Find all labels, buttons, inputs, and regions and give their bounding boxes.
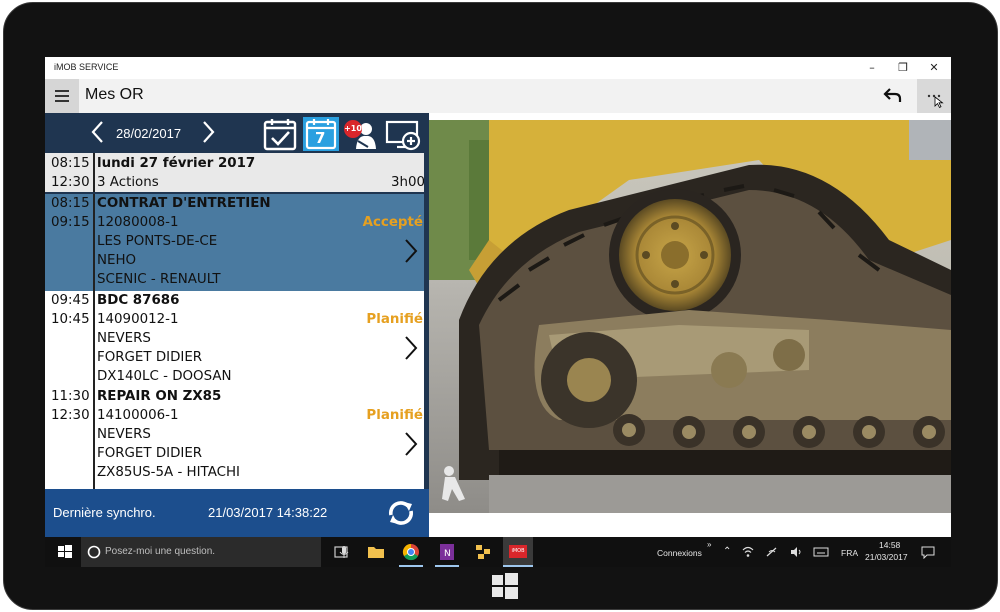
time-divider (93, 291, 95, 387)
order-ref: 14090012-1 (97, 312, 179, 327)
status-badge: Accepté (362, 215, 423, 230)
chrome-icon[interactable] (399, 537, 423, 567)
end-time: 10:45 (51, 312, 90, 327)
undo-icon[interactable] (881, 85, 905, 107)
order-title: BDC 87686 (97, 293, 180, 308)
work-order-list: 08:15 12:30 lundi 27 février 2017 3 Acti… (45, 153, 429, 489)
more-options-button[interactable] (917, 79, 951, 113)
start-time: 08:15 (51, 196, 90, 211)
day-start-time: 08:15 (51, 156, 90, 171)
end-time: 12:30 (51, 408, 90, 423)
network-signal-icon[interactable] (765, 546, 779, 558)
order-ref: 14100006-1 (97, 408, 179, 423)
sync-icon[interactable] (385, 497, 417, 529)
day-title: lundi 27 février 2017 (97, 156, 256, 171)
app-header: Mes OR (45, 79, 951, 113)
time-divider (93, 194, 95, 291)
start-time: 11:30 (51, 389, 90, 404)
notification-center-icon[interactable] (921, 546, 935, 559)
chevron-right-icon[interactable] (403, 431, 419, 457)
time-divider (93, 387, 95, 489)
close-button[interactable]: ✕ (917, 57, 951, 79)
order-title: CONTRAT D'ENTRETIEN (97, 196, 271, 211)
start-time: 09:45 (51, 293, 90, 308)
status-badge: Planifié (366, 408, 423, 423)
end-time: 09:15 (51, 215, 90, 230)
minimize-button[interactable]: – (855, 57, 889, 79)
order-machine: DX140LC - DOOSAN (97, 369, 232, 384)
chevron-right-icon[interactable] (403, 335, 419, 361)
list-item[interactable]: 11:30 12:30 REPAIR ON ZX85 14100006-1 NE… (45, 387, 429, 489)
technician-badge-icon[interactable]: +10 (343, 117, 379, 151)
calendar-today-icon[interactable]: 7 (303, 117, 339, 151)
last-sync-label: Dernière synchro. (53, 505, 156, 520)
page-title: Mes OR (85, 86, 144, 103)
badge-count: +10 (344, 120, 362, 138)
hamburger-menu-button[interactable] (45, 79, 79, 113)
order-city: NEVERS (97, 331, 151, 346)
calendar-check-icon[interactable] (262, 117, 298, 151)
order-client: FORGET DIDIER (97, 350, 203, 365)
onenote-icon[interactable]: N (435, 537, 459, 567)
task-view-icon[interactable] (331, 537, 351, 567)
order-title: REPAIR ON ZX85 (97, 389, 222, 404)
network-app-icon[interactable] (471, 537, 495, 567)
next-day-icon[interactable] (199, 119, 217, 145)
current-date: 28/02/2017 (116, 126, 182, 141)
order-client: NEHO (97, 253, 137, 268)
time-divider (93, 153, 95, 193)
imob-app-label: iMOB (509, 545, 527, 558)
clock-time[interactable]: 14:58 (879, 540, 900, 550)
restore-button[interactable]: ❐ (886, 57, 920, 79)
day-duration: 3h00 (390, 175, 425, 190)
svg-text:N: N (444, 549, 451, 559)
cortana-icon (87, 545, 101, 559)
clock-date[interactable]: 21/03/2017 (865, 552, 908, 562)
order-ref: 12080008-1 (97, 215, 179, 230)
chevron-right-icon[interactable] (403, 238, 419, 264)
order-client: FORGET DIDIER (97, 446, 203, 461)
day-end-time: 12:30 (51, 175, 90, 190)
order-city: LES PONTS-DE-CE (97, 234, 218, 249)
keyboard-icon[interactable] (813, 546, 829, 558)
cortana-search-box[interactable]: Posez-moi une question. (81, 537, 349, 567)
list-item[interactable]: 09:45 10:45 BDC 87686 14090012-1 NEVERS … (45, 291, 429, 387)
order-machine: SCENIC - RENAULT (97, 272, 221, 287)
connexions-label[interactable]: Connexions (657, 548, 702, 558)
windows-taskbar: Posez-moi une question. N iMOB Connexion… (45, 537, 951, 567)
wifi-icon[interactable] (741, 546, 755, 558)
app-title: iMOB SERVICE (54, 62, 119, 72)
imob-app-taskbar-icon[interactable]: iMOB (503, 537, 533, 567)
windows-home-button[interactable] (490, 572, 520, 600)
order-machine: ZX85US-5A - HITACHI (97, 465, 240, 480)
day-actions-count: 3 Actions (97, 175, 159, 190)
sync-status-bar: Dernière synchro. 21/03/2017 14:38:22 (45, 489, 429, 537)
calendar-day-number: 7 (315, 129, 326, 147)
status-badge: Planifié (366, 312, 423, 327)
order-city: NEVERS (97, 427, 151, 442)
show-hidden-icons-icon[interactable]: ⌃ (723, 546, 731, 557)
previous-day-icon[interactable] (89, 119, 107, 145)
search-placeholder: Posez-moi une question. (105, 546, 216, 557)
last-sync-timestamp: 21/03/2017 14:38:22 (208, 505, 328, 520)
day-summary-row[interactable]: 08:15 12:30 lundi 27 février 2017 3 Acti… (45, 153, 429, 193)
file-explorer-icon[interactable] (365, 537, 387, 567)
list-item[interactable]: 08:15 09:15 CONTRAT D'ENTRETIEN 12080008… (45, 194, 429, 291)
chevron-up-icon[interactable]: » (707, 540, 711, 549)
add-screen-icon[interactable] (385, 117, 421, 151)
start-menu-icon[interactable] (53, 537, 77, 567)
equipment-photo (429, 120, 951, 513)
work-orders-panel: 28/02/2017 7 +10 08:15 12:30 lundi 27 fé… (45, 113, 429, 537)
volume-icon[interactable] (789, 546, 803, 558)
screen: iMOB SERVICE – ❐ ✕ Mes OR 28/02/2017 7 +… (45, 57, 951, 567)
tablet-frame: iMOB SERVICE – ❐ ✕ Mes OR 28/02/2017 7 +… (0, 0, 1000, 612)
window-titlebar: iMOB SERVICE – ❐ ✕ (45, 57, 951, 79)
input-language[interactable]: FRA (841, 548, 858, 558)
date-navigation-bar: 28/02/2017 7 +10 (45, 113, 429, 153)
